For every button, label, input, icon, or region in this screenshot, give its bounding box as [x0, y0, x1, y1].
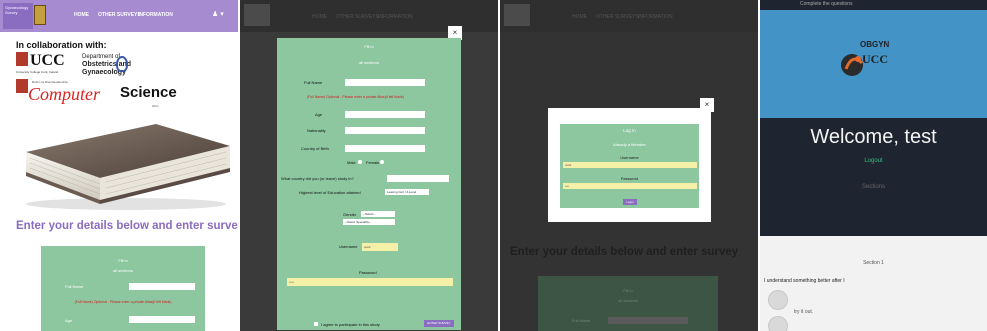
dimmed-details-form: Fill in all sections Full Name	[538, 276, 718, 331]
cs-science-text: Science	[120, 84, 177, 101]
registration-modal-panel: HOME OTHER SURVEYS INFORMATION × Fill in…	[240, 0, 498, 331]
nav-other-surveys[interactable]: OTHER SURVEYS	[98, 12, 141, 18]
gender-select[interactable]: --Select--	[361, 211, 395, 217]
reg-age-label: Age	[315, 112, 323, 117]
site-logo[interactable]: Gynaecology Survey	[3, 3, 33, 29]
female-radio[interactable]	[380, 160, 384, 164]
reg-age-input[interactable]	[345, 111, 425, 118]
enter-details-heading: Enter your details below and enter surve…	[16, 220, 238, 232]
reg-country-label: Country of Birth	[301, 146, 329, 151]
question-text: I understand something better after I	[764, 278, 845, 284]
education-label: Highest level of Education attained	[299, 190, 361, 195]
complete-questions-text: Complete the questions	[800, 1, 853, 7]
agree-checkbox[interactable]	[314, 322, 318, 326]
cs-crest-icon	[16, 79, 28, 93]
login-username-label: Username	[620, 155, 639, 160]
enter-details-heading-dim: Enter your details below and enter surve…	[510, 246, 739, 258]
top-navbar: Gynaecology Survey HOME OTHER SURVEYS IN…	[0, 0, 238, 32]
already-member-label: Already a Member	[613, 142, 646, 147]
login-password-label: Password	[620, 176, 639, 181]
enter-survey-button[interactable]: ENTER SURVEY	[424, 320, 454, 327]
login-button[interactable]: Login	[623, 199, 637, 205]
dim-all-sections: all sections	[618, 298, 638, 303]
ucc-subtitle: University College Cork, Ireland	[16, 70, 59, 74]
login-modal-panel: HOME OTHER SURVEYS INFORMATION × Log In …	[500, 0, 758, 331]
reg-all-sections: all sections	[359, 60, 379, 65]
blue-header: OBGYN UCC	[760, 10, 987, 118]
dim-full-name-input	[608, 317, 688, 324]
answer-option-2[interactable]	[768, 316, 788, 331]
ucc-crest-icon	[16, 52, 28, 66]
dim-nav-info: INFORMATION	[638, 14, 673, 20]
reg-full-name-error: (Full Name) Optional - Please enter a pr…	[307, 95, 404, 99]
dim-full-name-label: Full Name	[572, 318, 591, 323]
reg-full-name-input[interactable]	[345, 79, 425, 86]
agree-label: I agree to participate in this study	[321, 322, 380, 327]
obstetrics-logo-icon	[116, 56, 128, 72]
study-country-input[interactable]	[387, 175, 449, 182]
answer-option-1-label: try it out.	[794, 309, 814, 315]
reg-country-input[interactable]	[345, 145, 425, 152]
logout-link[interactable]: Logout	[760, 158, 987, 164]
dimmed-logo	[504, 4, 530, 26]
age-input[interactable]	[129, 316, 195, 323]
reg-nationality-input[interactable]	[345, 127, 425, 134]
registration-form: Fill in all sections Full Name (Full Nam…	[277, 38, 461, 330]
login-title: Log In	[623, 128, 636, 133]
reg-password-input[interactable]: •••••	[287, 278, 453, 286]
welcome-message: Welcome, test	[810, 126, 937, 148]
dim-nav-home: HOME	[312, 14, 327, 20]
reg-username-input[interactable]: test2	[362, 243, 398, 251]
book-image	[26, 124, 230, 210]
login-form: Log In Already a Member Username test1 P…	[560, 124, 699, 208]
study-country-label: What country did you (or leave) study in…	[281, 176, 354, 181]
form-all-sections: all sections	[113, 268, 133, 273]
reg-password-label: Password	[359, 270, 377, 275]
nav-home[interactable]: HOME	[74, 12, 89, 18]
collab-heading: In collaboration with:	[16, 40, 107, 50]
sections-link[interactable]: Sections	[760, 184, 987, 190]
login-modal: Log In Already a Member Username test1 P…	[548, 108, 711, 222]
survey-landing-panel: Gynaecology Survey HOME OTHER SURVEYS IN…	[0, 0, 238, 331]
dim-nav-other: OTHER SURVEYS	[596, 14, 639, 20]
full-name-label: Full Name	[65, 284, 84, 289]
speciality-select[interactable]: --Select Speciality--	[343, 219, 395, 225]
welcome-section: Welcome, test Logout Sections	[760, 118, 987, 236]
login-password-input[interactable]: ••••	[563, 183, 697, 189]
user-menu-icon[interactable]: ♟ ▾	[212, 10, 224, 18]
ucc-logo-label: UCC	[862, 52, 888, 66]
reg-username-label: Username	[339, 244, 358, 249]
reg-full-name-label: Full Name	[304, 80, 323, 85]
obs-line-1: Department of	[82, 54, 121, 60]
section-title: Section 1	[863, 260, 884, 266]
full-name-error: (Full Name) Optional - Please enter a pr…	[74, 300, 172, 304]
welcome-panel: Complete the questions OBGYN UCC Welcome…	[760, 0, 987, 331]
login-username-input[interactable]: test1	[563, 162, 697, 168]
male-label: Male	[347, 160, 356, 165]
dim-nav-home: HOME	[572, 14, 587, 20]
dimmed-logo	[244, 4, 270, 26]
female-label: Female	[366, 160, 380, 165]
full-name-input[interactable]	[129, 283, 195, 290]
crest-icon	[34, 5, 46, 25]
form-fill-in: Fill in	[118, 258, 128, 263]
dim-nav-other: OTHER SURVEYS	[336, 14, 379, 20]
details-form: Fill in all sections Full Name (Full Nam…	[41, 246, 205, 331]
dim-nav-info: INFORMATION	[378, 14, 413, 20]
dimmed-navbar: HOME OTHER SURVEYS INFORMATION	[500, 0, 758, 32]
obgyn-prefix: OBGYN	[860, 40, 890, 49]
ucc-logo-text: UCC	[30, 52, 65, 69]
cs-computer-text: Computer	[28, 84, 100, 104]
nav-information[interactable]: INFORMATION	[138, 12, 173, 18]
gender-label: Gender	[343, 212, 357, 217]
reg-nationality-label: Nationality	[307, 128, 326, 133]
reg-fill-in: Fill in	[364, 44, 374, 49]
age-label: Age	[65, 318, 73, 323]
top-strip: Complete the questions	[760, 0, 987, 10]
answer-option-1[interactable]	[768, 290, 788, 310]
education-select[interactable]: Leaving Cert / A Level	[385, 189, 429, 195]
question-area: Section 1 I understand something better …	[760, 236, 987, 331]
male-radio[interactable]	[358, 160, 362, 164]
dim-fill-in: Fill in	[623, 288, 633, 293]
